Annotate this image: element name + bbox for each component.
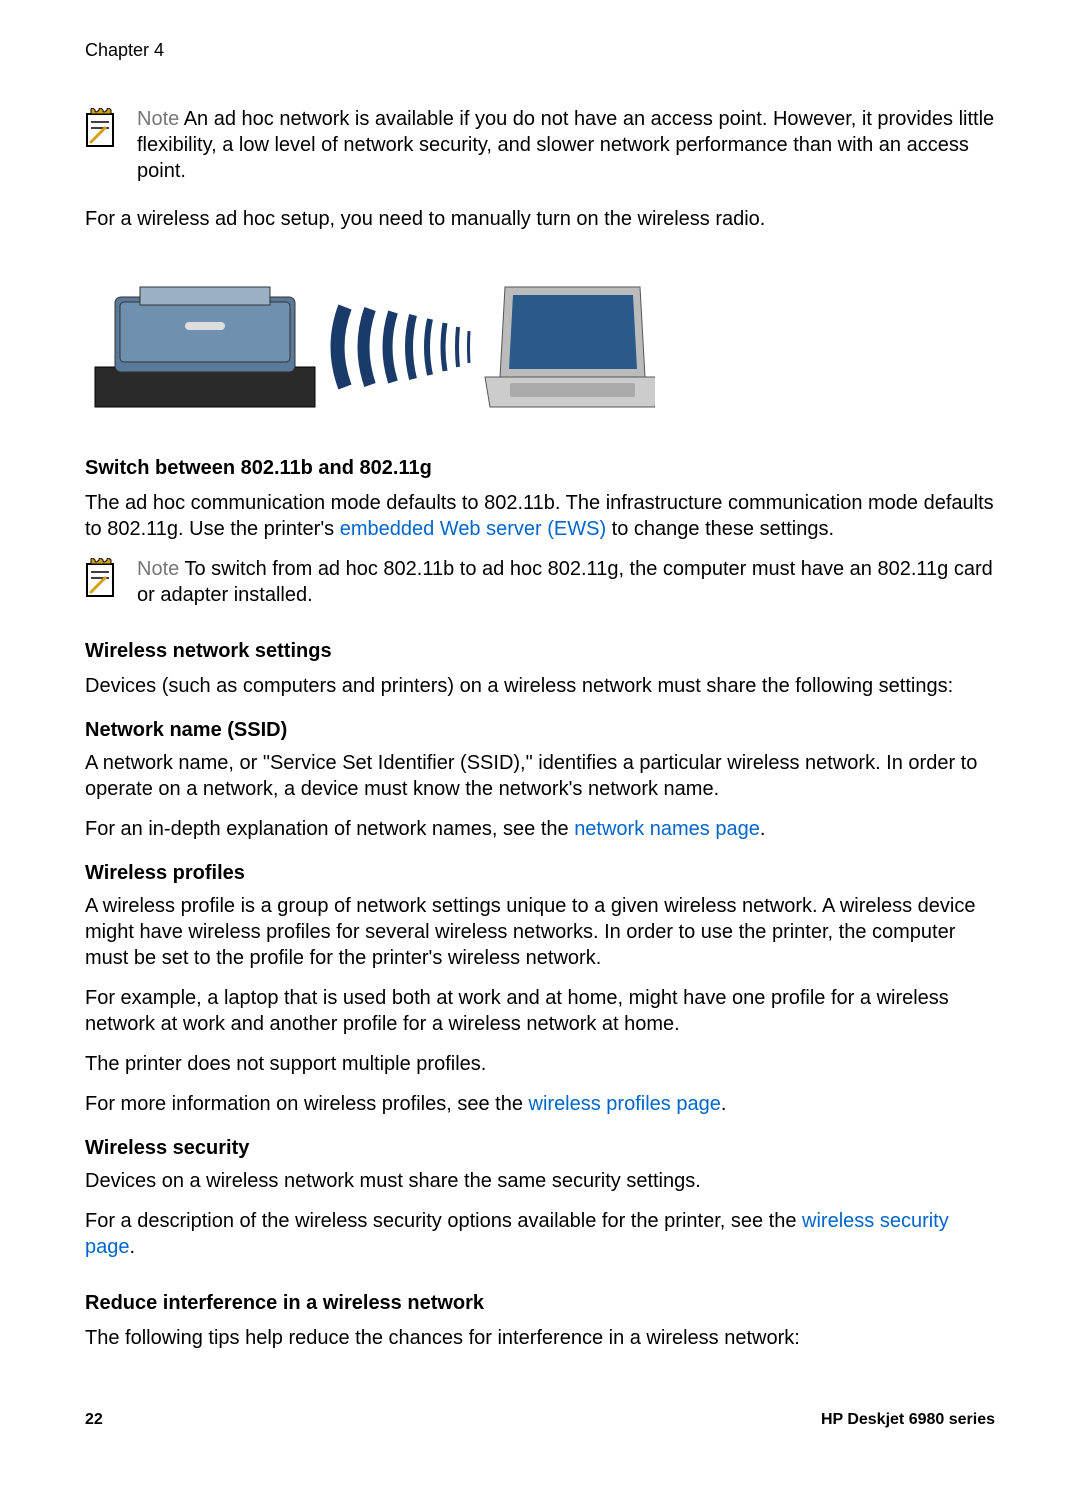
note-label: Note <box>137 558 179 580</box>
paragraph: Devices on a wireless network must share… <box>85 1168 995 1194</box>
page-number: 22 <box>85 1411 103 1429</box>
note-text: Note An ad hoc network is available if y… <box>137 106 995 184</box>
product-name: HP Deskjet 6980 series <box>821 1411 995 1429</box>
printer-icon <box>95 287 315 407</box>
paragraph: The following tips help reduce the chanc… <box>85 1325 995 1351</box>
paragraph: The printer does not support multiple pr… <box>85 1051 995 1077</box>
paragraph: For more information on wireless profile… <box>85 1091 995 1117</box>
document-page: Chapter 4 Note An ad hoc network is avai… <box>0 0 1080 1469</box>
sub-heading: Wireless security <box>85 1137 995 1160</box>
section-heading: Reduce interference in a wireless networ… <box>85 1292 995 1315</box>
sub-heading: Network name (SSID) <box>85 719 995 742</box>
paragraph: For a description of the wireless securi… <box>85 1208 995 1260</box>
note-body: An ad hoc network is available if you do… <box>137 108 994 182</box>
note-block: Note An ad hoc network is available if y… <box>85 106 995 184</box>
section-heading: Wireless network settings <box>85 640 995 663</box>
adhoc-illustration <box>85 267 655 422</box>
paragraph: Devices (such as computers and printers)… <box>85 673 995 699</box>
paragraph: The ad hoc communication mode defaults t… <box>85 490 995 542</box>
laptop-icon <box>485 287 655 407</box>
paragraph: For an in-depth explanation of network n… <box>85 816 995 842</box>
ews-link[interactable]: embedded Web server (EWS) <box>340 518 606 540</box>
paragraph: For example, a laptop that is used both … <box>85 985 995 1037</box>
paragraph: For a wireless ad hoc setup, you need to… <box>85 206 995 232</box>
section-heading: Switch between 802.11b and 802.11g <box>85 457 995 480</box>
note-icon <box>85 558 119 598</box>
paragraph: A wireless profile is a group of network… <box>85 893 995 971</box>
note-block: Note To switch from ad hoc 802.11b to ad… <box>85 556 995 608</box>
note-icon <box>85 108 119 148</box>
network-names-link[interactable]: network names page <box>574 818 760 840</box>
chapter-header: Chapter 4 <box>85 40 995 61</box>
wireless-profiles-link[interactable]: wireless profiles page <box>529 1093 721 1115</box>
paragraph: A network name, or "Service Set Identifi… <box>85 750 995 802</box>
page-footer: 22 HP Deskjet 6980 series <box>85 1411 995 1429</box>
note-body: To switch from ad hoc 802.11b to ad hoc … <box>137 558 993 606</box>
wireless-waves-icon <box>338 307 470 387</box>
note-text: Note To switch from ad hoc 802.11b to ad… <box>137 556 995 608</box>
sub-heading: Wireless profiles <box>85 862 995 885</box>
note-label: Note <box>137 108 179 130</box>
